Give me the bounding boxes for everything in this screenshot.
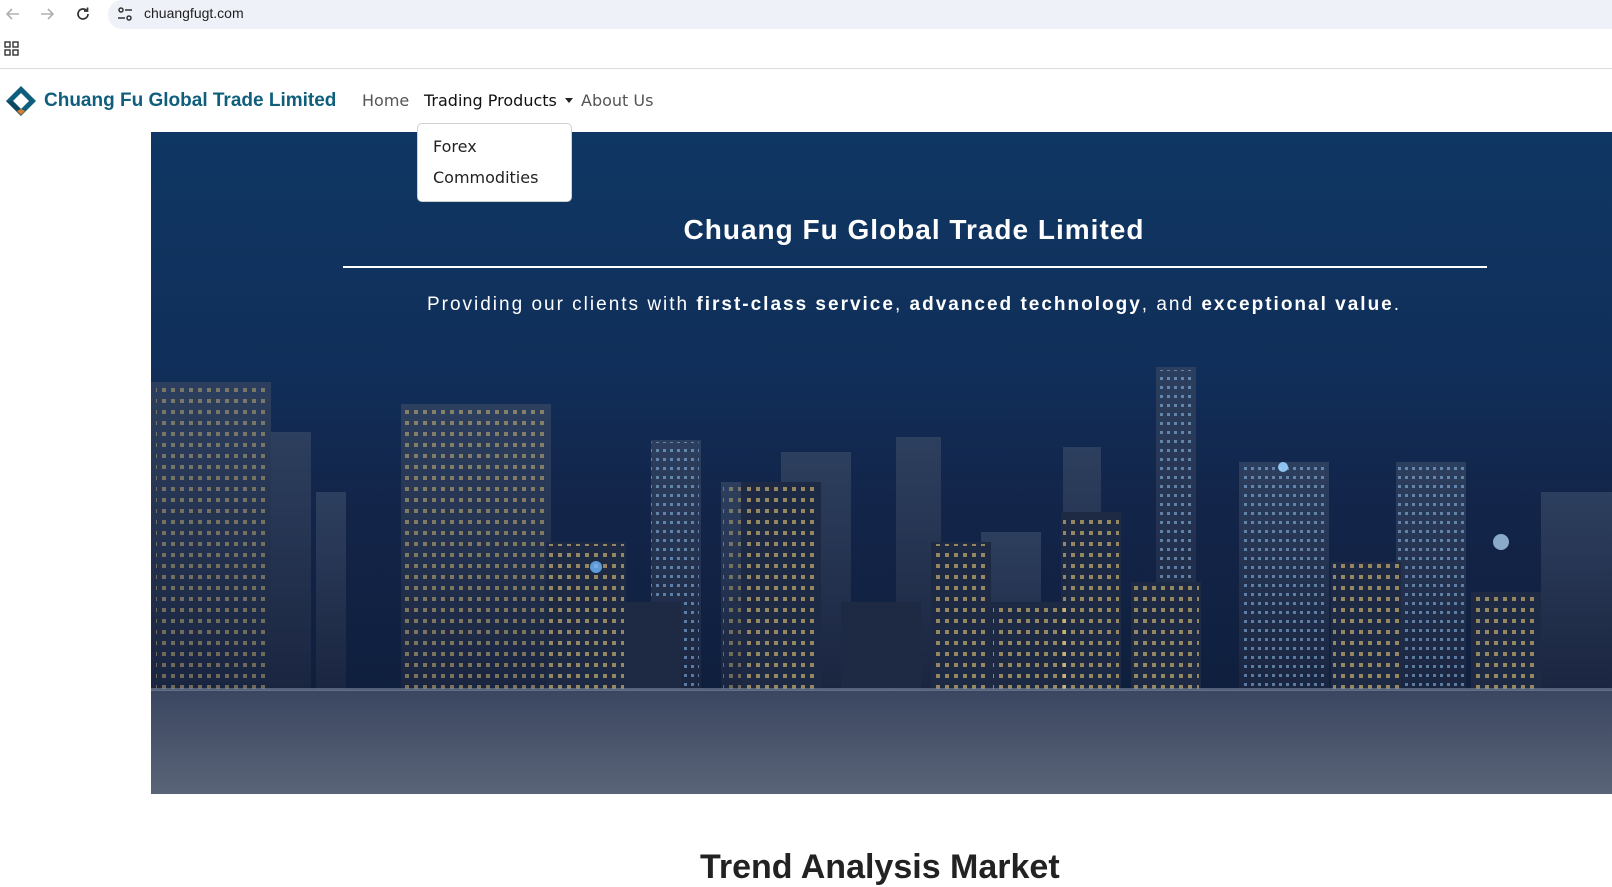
site-navbar: Chuang Fu Global Trade Limited Home Trad… [0, 69, 1612, 132]
tagline-suffix: . [1393, 294, 1402, 315]
brand-link[interactable]: Chuang Fu Global Trade Limited [4, 83, 336, 119]
hero-divider [343, 266, 1487, 268]
tagline-strong-technology: advanced technology [909, 294, 1142, 315]
reload-button[interactable] [71, 2, 95, 26]
section-heading: Trend Analysis Market [700, 848, 1060, 886]
back-arrow-icon [5, 8, 19, 20]
bookmarks-bar [0, 29, 1612, 69]
trading-products-dropdown: Forex Commodities [417, 123, 572, 202]
hero-title: Chuang Fu Global Trade Limited [683, 214, 1145, 245]
reload-icon [77, 7, 89, 20]
hero-tagline: Providing our clients with first-class s… [151, 294, 1612, 316]
tagline-strong-service: first-class service [696, 294, 895, 315]
nav-trading-products-label: Trading Products [424, 91, 557, 110]
forward-arrow-icon [41, 8, 55, 20]
tagline-prefix: Providing our clients with [426, 294, 697, 315]
brand-name: Chuang Fu Global Trade Limited [44, 90, 337, 111]
url-text[interactable]: chuangfugt.com [144, 5, 244, 21]
site-settings-icon[interactable] [116, 5, 134, 23]
nav-trading-products[interactable]: Trading Products [424, 91, 573, 110]
hero-banner: Chuang Fu Global Trade Limited Providing… [151, 132, 1612, 794]
tagline-sep-1: , [894, 294, 910, 315]
dropdown-item-forex[interactable]: Forex [433, 137, 477, 156]
tagline-sep-2: , and [1141, 294, 1202, 315]
address-bar[interactable]: chuangfugt.com [108, 0, 1612, 29]
tagline-strong-value: exceptional value [1201, 294, 1394, 315]
forward-button[interactable] [35, 2, 59, 26]
browser-toolbar: chuangfugt.com [0, 0, 1612, 29]
nav-about-us[interactable]: About Us [581, 91, 653, 110]
apps-grid-icon[interactable] [4, 41, 20, 57]
brand-logo-icon [6, 86, 36, 116]
dropdown-item-commodities[interactable]: Commodities [433, 168, 538, 187]
nav-home[interactable]: Home [362, 91, 409, 110]
back-button[interactable] [1, 2, 25, 26]
caret-down-icon [564, 97, 573, 103]
